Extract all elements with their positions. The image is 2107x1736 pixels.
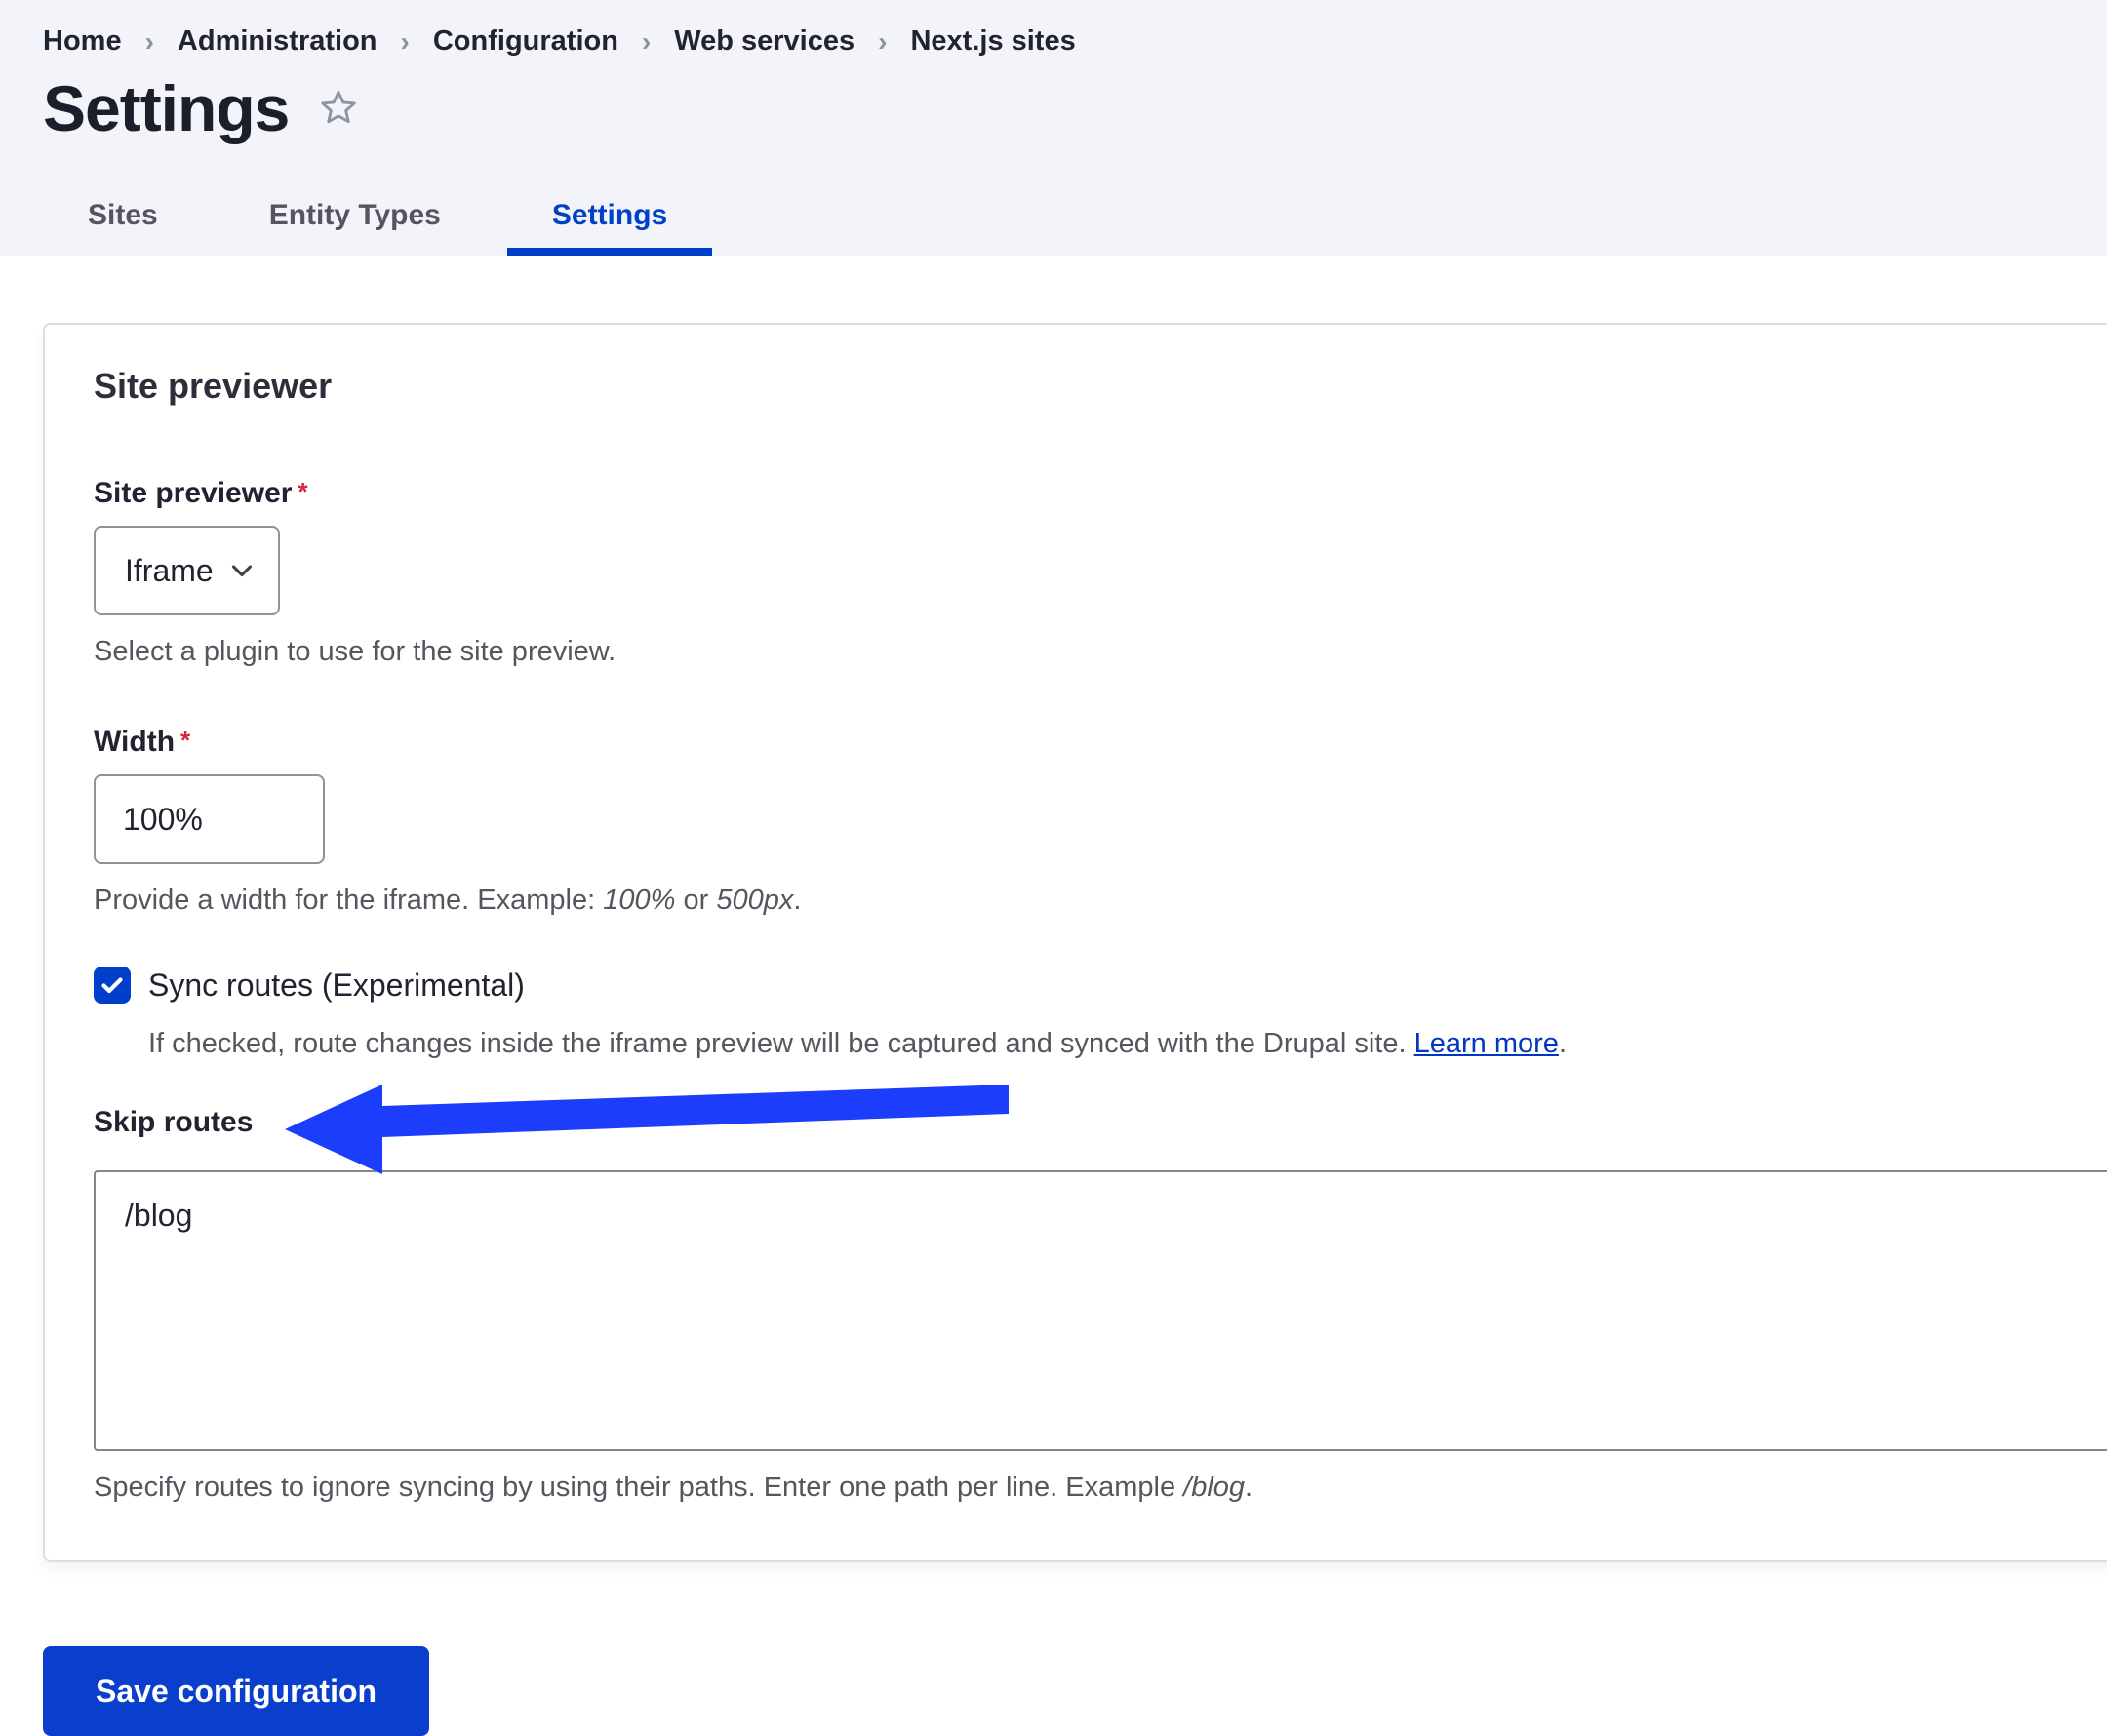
skip-routes-help: Specify routes to ignore syncing by usin… <box>94 1469 2066 1507</box>
required-marker: * <box>180 726 190 755</box>
width-field: Width* Provide a width for the iframe. E… <box>94 726 2066 920</box>
breadcrumb-separator: › <box>401 26 410 58</box>
breadcrumb-nextjs-sites[interactable]: Next.js sites <box>910 25 1075 58</box>
section-heading: Site previewer <box>94 366 2066 407</box>
page-title: Settings <box>43 71 289 145</box>
page-header: Home › Administration › Configuration › Web se… <box>0 0 2107 256</box>
site-previewer-card: Site previewer Site previewer* Iframe Se… <box>43 323 2107 1562</box>
main-content: Site previewer Site previewer* Iframe Se… <box>0 323 2107 1562</box>
tab-bar: Sites Entity Types Settings <box>43 199 712 256</box>
width-help: Provide a width for the iframe. Example:… <box>94 882 2066 920</box>
sync-routes-checkbox[interactable] <box>94 967 131 1004</box>
breadcrumb-home[interactable]: Home <box>43 25 122 58</box>
breadcrumb-separator: › <box>878 26 887 58</box>
breadcrumb: Home › Administration › Configuration › Web se… <box>43 25 2107 58</box>
breadcrumb-web-services[interactable]: Web services <box>674 25 855 58</box>
annotation-arrow <box>279 1077 1009 1174</box>
skip-routes-textarea[interactable]: /blog <box>94 1170 2107 1451</box>
save-configuration-button[interactable]: Save configuration <box>43 1646 429 1736</box>
skip-routes-label: Skip routes <box>94 1106 253 1139</box>
sync-routes-help: If checked, route changes inside the ifr… <box>148 1025 2066 1063</box>
form-actions: Save configuration <box>43 1646 2107 1736</box>
breadcrumb-administration[interactable]: Administration <box>178 25 378 58</box>
width-input[interactable] <box>94 774 325 864</box>
sync-routes-label[interactable]: Sync routes (Experimental) <box>148 967 525 1004</box>
breadcrumb-separator: › <box>642 26 651 58</box>
width-label: Width* <box>94 726 190 759</box>
learn-more-link[interactable]: Learn more <box>1414 1028 1559 1059</box>
tab-sites[interactable]: Sites <box>43 199 203 256</box>
sync-routes-field: Sync routes (Experimental) If checked, r… <box>94 967 2066 1063</box>
site-previewer-field: Site previewer* Iframe Select a plugin t… <box>94 477 2066 671</box>
favorite-star-icon[interactable] <box>316 86 361 131</box>
site-previewer-label: Site previewer* <box>94 477 308 510</box>
tab-settings[interactable]: Settings <box>507 199 712 256</box>
site-previewer-select[interactable]: Iframe <box>94 526 280 615</box>
tab-entity-types[interactable]: Entity Types <box>224 199 486 256</box>
required-marker: * <box>298 477 307 506</box>
skip-routes-field: Skip routes /blog Specify routes to igno… <box>94 1106 2066 1507</box>
breadcrumb-separator: › <box>145 26 154 58</box>
site-previewer-help: Select a plugin to use for the site prev… <box>94 633 2066 671</box>
breadcrumb-configuration[interactable]: Configuration <box>433 25 618 58</box>
